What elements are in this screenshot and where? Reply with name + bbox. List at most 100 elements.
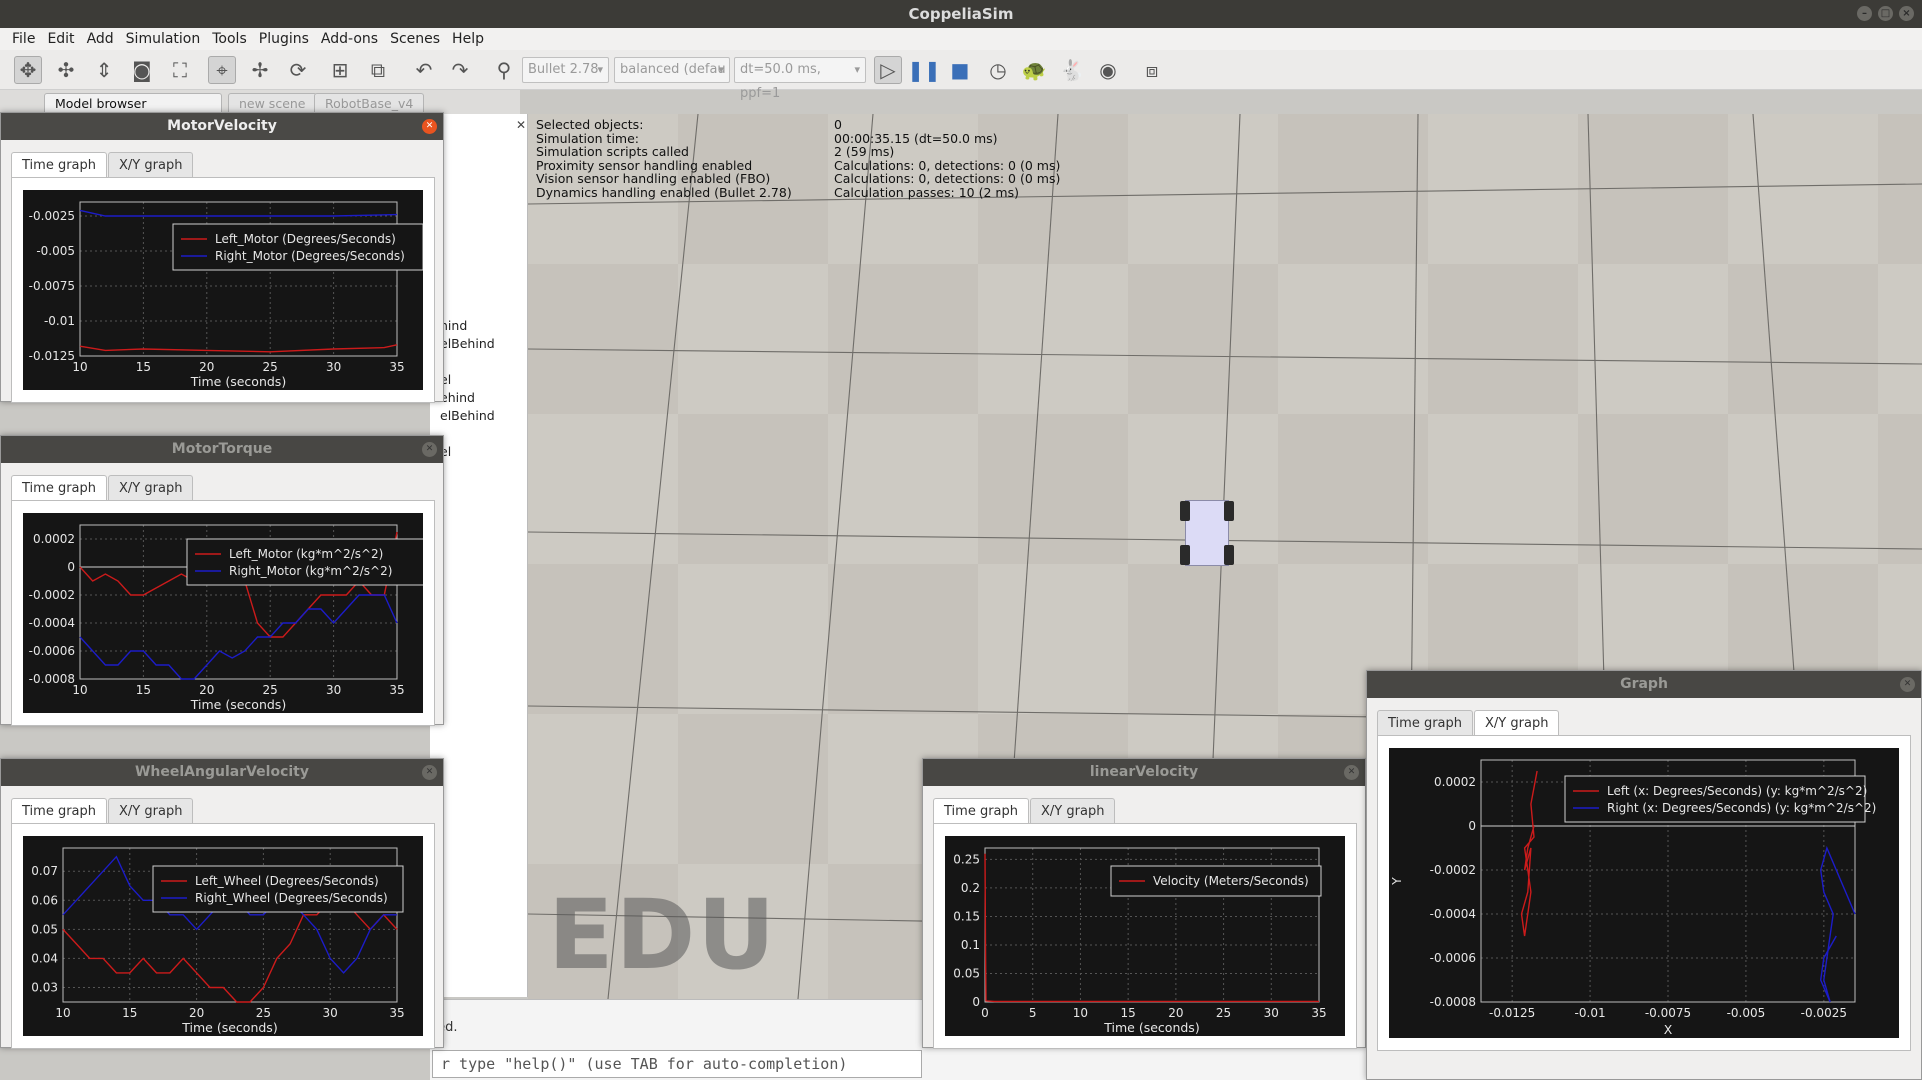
tab-xy-graph[interactable]: X/Y graph [108,798,194,824]
graph-dialog: Graph ✕ Time graph X/Y graph -0.0125 -0.01 -0.… [1366,670,1922,1080]
series-line-blue [79,209,398,217]
stop-icon[interactable]: ■ [946,56,974,84]
graph-dialog-title: Graph ✕ [1367,671,1921,698]
camera-angle-icon[interactable]: ◙ [128,56,156,84]
close-icon[interactable]: ✕ [422,119,437,134]
plot-area[interactable]: 0 5 10 15 20 25 30 35 0.25 0.2 0.15 0.1 0.05 0 Time (s… [945,836,1345,1036]
legend-label: Right_Motor (kg*m^2/s^2) [229,564,392,578]
shift-camera-icon[interactable]: ⇕ [90,56,118,84]
menu-addons[interactable]: Add-ons [315,31,384,47]
dynamics-icon[interactable]: ⚲ [490,56,518,84]
rotate-object-icon[interactable]: ⟳ [284,56,312,84]
maximize-icon[interactable]: □ [1878,6,1893,21]
graph-tabs: Time graph X/Y graph [933,798,1116,824]
hierarchy-item[interactable]: elBehind [440,336,495,351]
close-icon[interactable]: × [1899,6,1914,21]
play-icon[interactable]: ▷ [874,56,902,84]
robot-base[interactable] [1180,500,1234,566]
x-tick-label: 25 [263,683,278,697]
click-select-icon[interactable]: ⌖ [208,56,236,84]
fit-to-view-icon[interactable]: ⛶ [166,56,194,84]
pause-icon[interactable]: ❚❚ [907,56,941,84]
undo-icon[interactable]: ↶ [410,56,438,84]
y-tick-label: -0.005 [36,244,75,258]
sim-info-value: 2 (59 ms) [834,144,895,159]
tab-xy-graph[interactable]: X/Y graph [1474,710,1560,736]
window-title-text: CoppeliaSim [908,5,1014,23]
plot-area[interactable]: 10 15 20 25 30 35 0.07 0.06 0.05 0.04 0.03 Time (se… [23,836,423,1036]
menu-simulation[interactable]: Simulation [120,31,207,47]
timestep-select[interactable]: dt=50.0 ms, ppf=1 [734,57,866,101]
transfer-dna-icon[interactable]: ⧉ [364,56,392,84]
tab-time-graph[interactable]: Time graph [11,152,108,178]
pan-camera-icon[interactable]: ✥ [14,56,42,84]
hierarchy-item[interactable]: hind [440,318,467,333]
move-object-icon[interactable]: ✢ [246,56,274,84]
menu-help[interactable]: Help [446,31,490,47]
plot-area[interactable]: -0.0125 -0.01 -0.0075 -0.005 -0.0025 0.0002 0 -… [1389,748,1899,1038]
tab-time-graph[interactable]: Time graph [1377,710,1474,736]
minimize-icon[interactable]: – [1857,6,1872,21]
sim-info-label: Simulation scripts called [536,144,689,159]
menu-scenes[interactable]: Scenes [384,31,446,47]
scene-hierarchy[interactable]: ✕ [430,114,528,997]
legend-label: Right_Motor (Degrees/Seconds) [215,249,405,263]
x-tick-label: 20 [189,1006,204,1020]
close-hierarchy-icon[interactable]: ✕ [516,118,526,132]
close-icon[interactable]: ✕ [1344,765,1359,780]
slow-down-icon[interactable]: 🐢 [1020,56,1048,84]
x-tick-label: 15 [136,683,151,697]
sim-info-label: Dynamics handling enabled (Bullet 2.78) [536,184,792,200]
x-axis-label: X [1664,1022,1673,1037]
graph-dialog: MotorTorque ✕ Time graph X/Y graph 10 15 20 25 3… [0,435,444,726]
x-tick-label: -0.01 [1575,1006,1606,1020]
tab-time-graph[interactable]: Time graph [11,798,108,824]
speed-up-icon[interactable]: 🐇 [1058,56,1086,84]
y-tick-label: -0.0008 [1430,995,1476,1009]
graph-dialog: WheelAngularVelocity ✕ Time graph X/Y graph… [0,758,444,1049]
tab-time-graph[interactable]: Time graph [11,475,108,501]
graph-tabs: Time graph X/Y graph [11,152,194,178]
tab-xy-graph[interactable]: X/Y graph [108,475,194,501]
assemble-icon[interactable]: ⊞ [326,56,354,84]
x-tick-label: 30 [326,360,341,374]
tab-xy-graph[interactable]: X/Y graph [1030,798,1116,824]
graph-dialog: linearVelocity ✕ Time graph X/Y graph 0 5 10 15… [922,758,1366,1049]
window-controls: – □ × [1857,6,1914,21]
menu-add[interactable]: Add [81,31,120,47]
rotate-camera-icon[interactable]: ✣ [52,56,80,84]
visualization-icon[interactable]: ◉ [1094,56,1122,84]
menu-tools[interactable]: Tools [206,31,253,47]
plot-area[interactable]: 10 15 20 25 30 35 0.0002 0 -0.0002 -0.0004 -0.0006… [23,513,423,713]
close-icon[interactable]: ✕ [422,765,437,780]
legend: Left_Motor (Degrees/Seconds) Right_Motor … [172,223,423,271]
close-icon[interactable]: ✕ [1900,677,1915,692]
close-icon[interactable]: ✕ [422,442,437,457]
x-tick-label: 15 [122,1006,137,1020]
redo-icon[interactable]: ↷ [446,56,474,84]
command-input[interactable]: r type "help()" (use TAB for auto-comple… [432,1050,922,1078]
window-title: CoppeliaSim – □ × [0,0,1922,28]
legend: Velocity (Meters/Seconds) [1110,865,1322,897]
graph-title-text: MotorVelocity [167,118,277,134]
accuracy-select[interactable]: balanced (defau [614,57,730,83]
realtime-icon[interactable]: ◷ [984,56,1012,84]
hierarchy-item[interactable]: ehind [440,390,475,405]
sim-info-row: Selected objects: 0 [536,118,1060,132]
series-line-red [1520,770,1538,937]
y-tick-label: -0.0002 [29,588,75,602]
plot-area[interactable]: 10 15 20 25 30 35 -0.0025 -0.005 -0.0075 -0.01 -0.… [23,190,423,390]
menu-file[interactable]: File [6,31,41,47]
hierarchy-item[interactable]: elBehind [440,408,495,423]
wheel [1180,501,1190,521]
tab-time-graph[interactable]: Time graph [933,798,1030,824]
x-axis-label: Time (seconds) [190,374,286,389]
engine-select[interactable]: Bullet 2.78 [522,57,609,83]
legend-label: Left_Motor (kg*m^2/s^2) [229,547,383,561]
graph-dialog-title: WheelAngularVelocity ✕ [1,759,443,786]
page-selector-icon[interactable]: ⧈ [1138,56,1166,84]
menu-edit[interactable]: Edit [41,31,80,47]
tab-xy-graph[interactable]: X/Y graph [108,152,194,178]
menu-plugins[interactable]: Plugins [253,31,315,47]
x-tick-label: 15 [1121,1006,1136,1020]
